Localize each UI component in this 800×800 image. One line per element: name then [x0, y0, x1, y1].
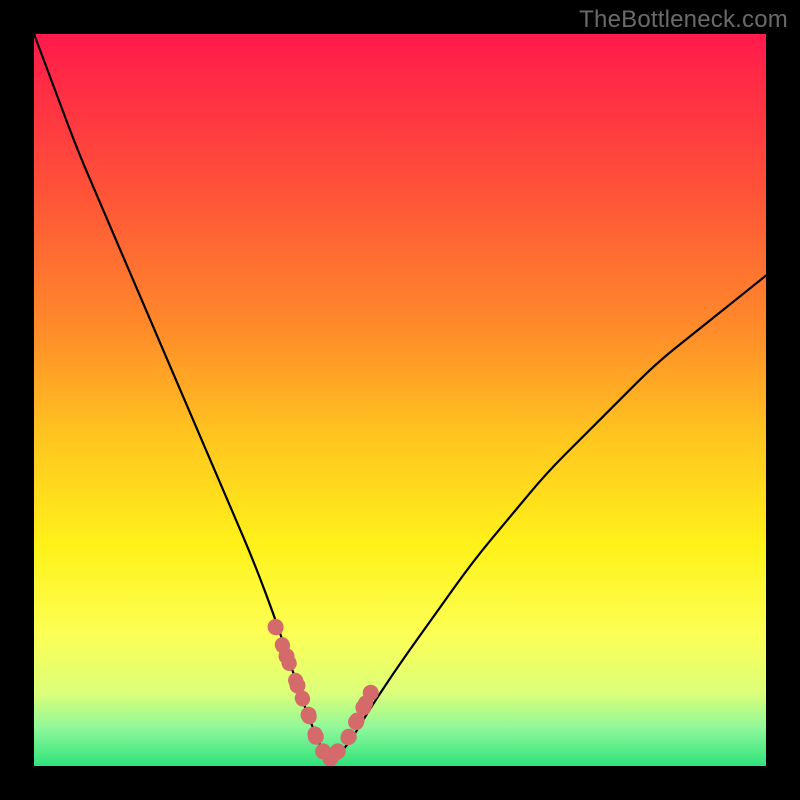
highlight-dot	[279, 648, 295, 664]
highlight-dot	[355, 699, 371, 715]
highlight-dot	[308, 729, 324, 745]
plot-area	[34, 34, 766, 766]
highlight-dot	[348, 714, 364, 730]
highlight-dot	[268, 619, 284, 635]
highlight-dot	[290, 677, 306, 693]
bottleneck-chart	[34, 34, 766, 766]
highlight-dot	[330, 743, 346, 759]
gradient-background	[34, 34, 766, 766]
highlight-dot	[341, 729, 357, 745]
chart-frame: TheBottleneck.com	[0, 0, 800, 800]
watermark-text: TheBottleneck.com	[579, 6, 788, 34]
highlight-dot	[301, 707, 317, 723]
highlight-dot	[363, 685, 379, 701]
